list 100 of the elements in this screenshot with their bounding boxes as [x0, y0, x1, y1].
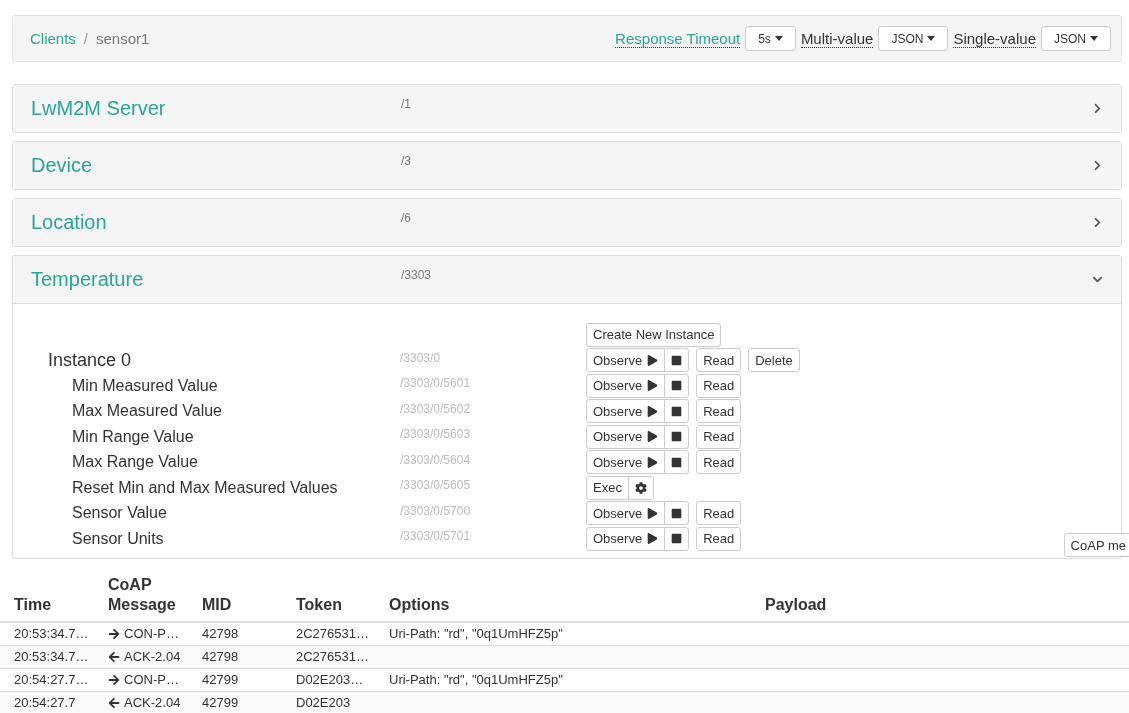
breadcrumb-separator: /: [83, 30, 89, 47]
stop-button[interactable]: [664, 526, 690, 551]
resource-path: /3303/0/5603: [400, 427, 472, 441]
read-button[interactable]: Read: [696, 348, 742, 373]
table-cell-text: 2C276531…: [296, 649, 370, 664]
table-cell: ACK-2.04: [108, 649, 202, 664]
object-header[interactable]: Location /6: [13, 199, 1121, 246]
observe-button[interactable]: Observe: [586, 373, 666, 398]
play-icon: [647, 354, 659, 366]
play-icon: [647, 507, 659, 519]
resource-name: Sensor Value: [71, 504, 168, 523]
stop-icon: [671, 456, 683, 468]
stop-icon: [671, 354, 683, 366]
settings-icon: [634, 481, 647, 494]
column-header: MID: [202, 594, 233, 615]
resource-path: /3303/0/5604: [400, 452, 472, 467]
column-header: Options: [389, 594, 451, 615]
object-header[interactable]: Device /3: [13, 142, 1121, 189]
table-cell-text: D02E203…: [296, 672, 365, 687]
setting-label: Multi-value: [800, 29, 874, 48]
resource-name: Sensor Units: [71, 529, 165, 548]
resource-path: /3303/0/5601: [400, 376, 472, 390]
stop-icon: [671, 507, 683, 519]
column-header: CoAP Message: [108, 574, 177, 615]
settings-button[interactable]: [627, 475, 654, 500]
read-button[interactable]: Read: [696, 399, 742, 424]
table-cell-text: 42799: [202, 672, 240, 687]
column-header: Time: [14, 594, 53, 615]
resource-name: Reset Min and Max Measured Values: [71, 478, 339, 497]
object-header[interactable]: LwM2M Server /1: [13, 85, 1121, 132]
resource-path: /3303/0/5700: [400, 503, 472, 518]
table-cell-text: 2C276531…: [296, 626, 370, 641]
read-button[interactable]: Read: [696, 450, 742, 475]
setting-dropdown[interactable]: JSON: [878, 26, 949, 51]
read-button[interactable]: Read: [696, 501, 742, 526]
instance-name: Instance 0: [48, 349, 133, 371]
table-cell-text: D02E203: [296, 695, 352, 710]
create-instance-button[interactable]: Create New Instance: [586, 322, 722, 347]
object-path: /1: [401, 97, 412, 111]
caret-icon: [927, 36, 936, 41]
resource-name: Min Range Value: [71, 427, 195, 446]
play-icon: [647, 456, 659, 468]
observe-button[interactable]: Observe: [586, 450, 666, 475]
chevron-down-icon: [1092, 274, 1103, 285]
table-cell-text: 42798: [202, 649, 240, 664]
table-cell-text: 20:53:34.7…: [14, 626, 90, 641]
arrow-left-icon: [108, 696, 120, 709]
table-cell-text: 20:53:34.7…: [14, 649, 90, 664]
arrow-right-icon: [108, 627, 120, 640]
setting-label: Single-value: [953, 29, 1036, 48]
instance-path: /3303/0: [400, 350, 442, 365]
stop-icon: [671, 380, 683, 392]
resource-name: Max Range Value: [71, 453, 199, 472]
stop-button[interactable]: [664, 373, 690, 398]
arrow-left-icon: [108, 650, 120, 663]
observe-button[interactable]: Observe: [586, 526, 666, 551]
object-header[interactable]: Temperature /3303: [13, 256, 1121, 304]
table-cell-text: Uri-Path: "rd", "0q1UmHFZ5p": [389, 672, 564, 687]
object-name: LwM2M Server: [31, 97, 167, 120]
play-icon: [647, 380, 659, 392]
table-cell-text: 20:54:27.7: [14, 695, 77, 710]
stop-icon: [671, 405, 683, 417]
resource-name: Min Measured Value: [71, 376, 219, 395]
setting-dropdown[interactable]: JSON: [1041, 26, 1111, 51]
stop-button[interactable]: [664, 348, 690, 373]
exec-button[interactable]: Exec: [586, 475, 629, 500]
play-icon: [647, 431, 659, 443]
table-cell-text: Uri-Path: "rd", "0q1UmHFZ5p": [389, 626, 564, 641]
resource-path: /3303/0/5602: [400, 401, 472, 416]
table-cell: CON-P…: [108, 626, 202, 641]
stop-button[interactable]: [664, 450, 690, 475]
column-header: Token: [296, 594, 343, 615]
observe-button[interactable]: Observe: [586, 424, 666, 449]
table-cell-text: 20:54:27.7…: [14, 672, 90, 687]
table-cell: ACK-2.04: [108, 695, 202, 710]
object-name: Device: [31, 154, 94, 177]
observe-button[interactable]: Observe: [586, 348, 666, 373]
object-name: Temperature: [31, 268, 145, 291]
arrow-right-icon: [108, 673, 120, 686]
read-button[interactable]: Read: [696, 526, 742, 551]
table-cell: CON-P…: [108, 672, 202, 687]
stop-icon: [671, 431, 683, 443]
resource-name: Max Measured Value: [71, 402, 223, 421]
setting-dropdown[interactable]: 5s: [745, 26, 796, 51]
object-path: /6: [401, 211, 412, 225]
chevron-right-icon: [1092, 103, 1103, 114]
delete-button[interactable]: Delete: [748, 348, 800, 373]
read-button[interactable]: Read: [696, 373, 742, 398]
object-path: /3: [401, 154, 412, 168]
resource-path: /3303/0/5701: [400, 529, 472, 543]
column-header: Payload: [765, 594, 827, 615]
stop-button[interactable]: [664, 501, 690, 526]
stop-button[interactable]: [664, 424, 690, 449]
table-cell-text: 42798: [202, 626, 240, 641]
observe-button[interactable]: Observe: [586, 399, 666, 424]
stop-icon: [671, 533, 683, 545]
observe-button[interactable]: Observe: [586, 501, 666, 526]
coap-messages-button[interactable]: CoAP me: [1063, 533, 1129, 557]
read-button[interactable]: Read: [696, 424, 742, 449]
stop-button[interactable]: [664, 399, 690, 424]
